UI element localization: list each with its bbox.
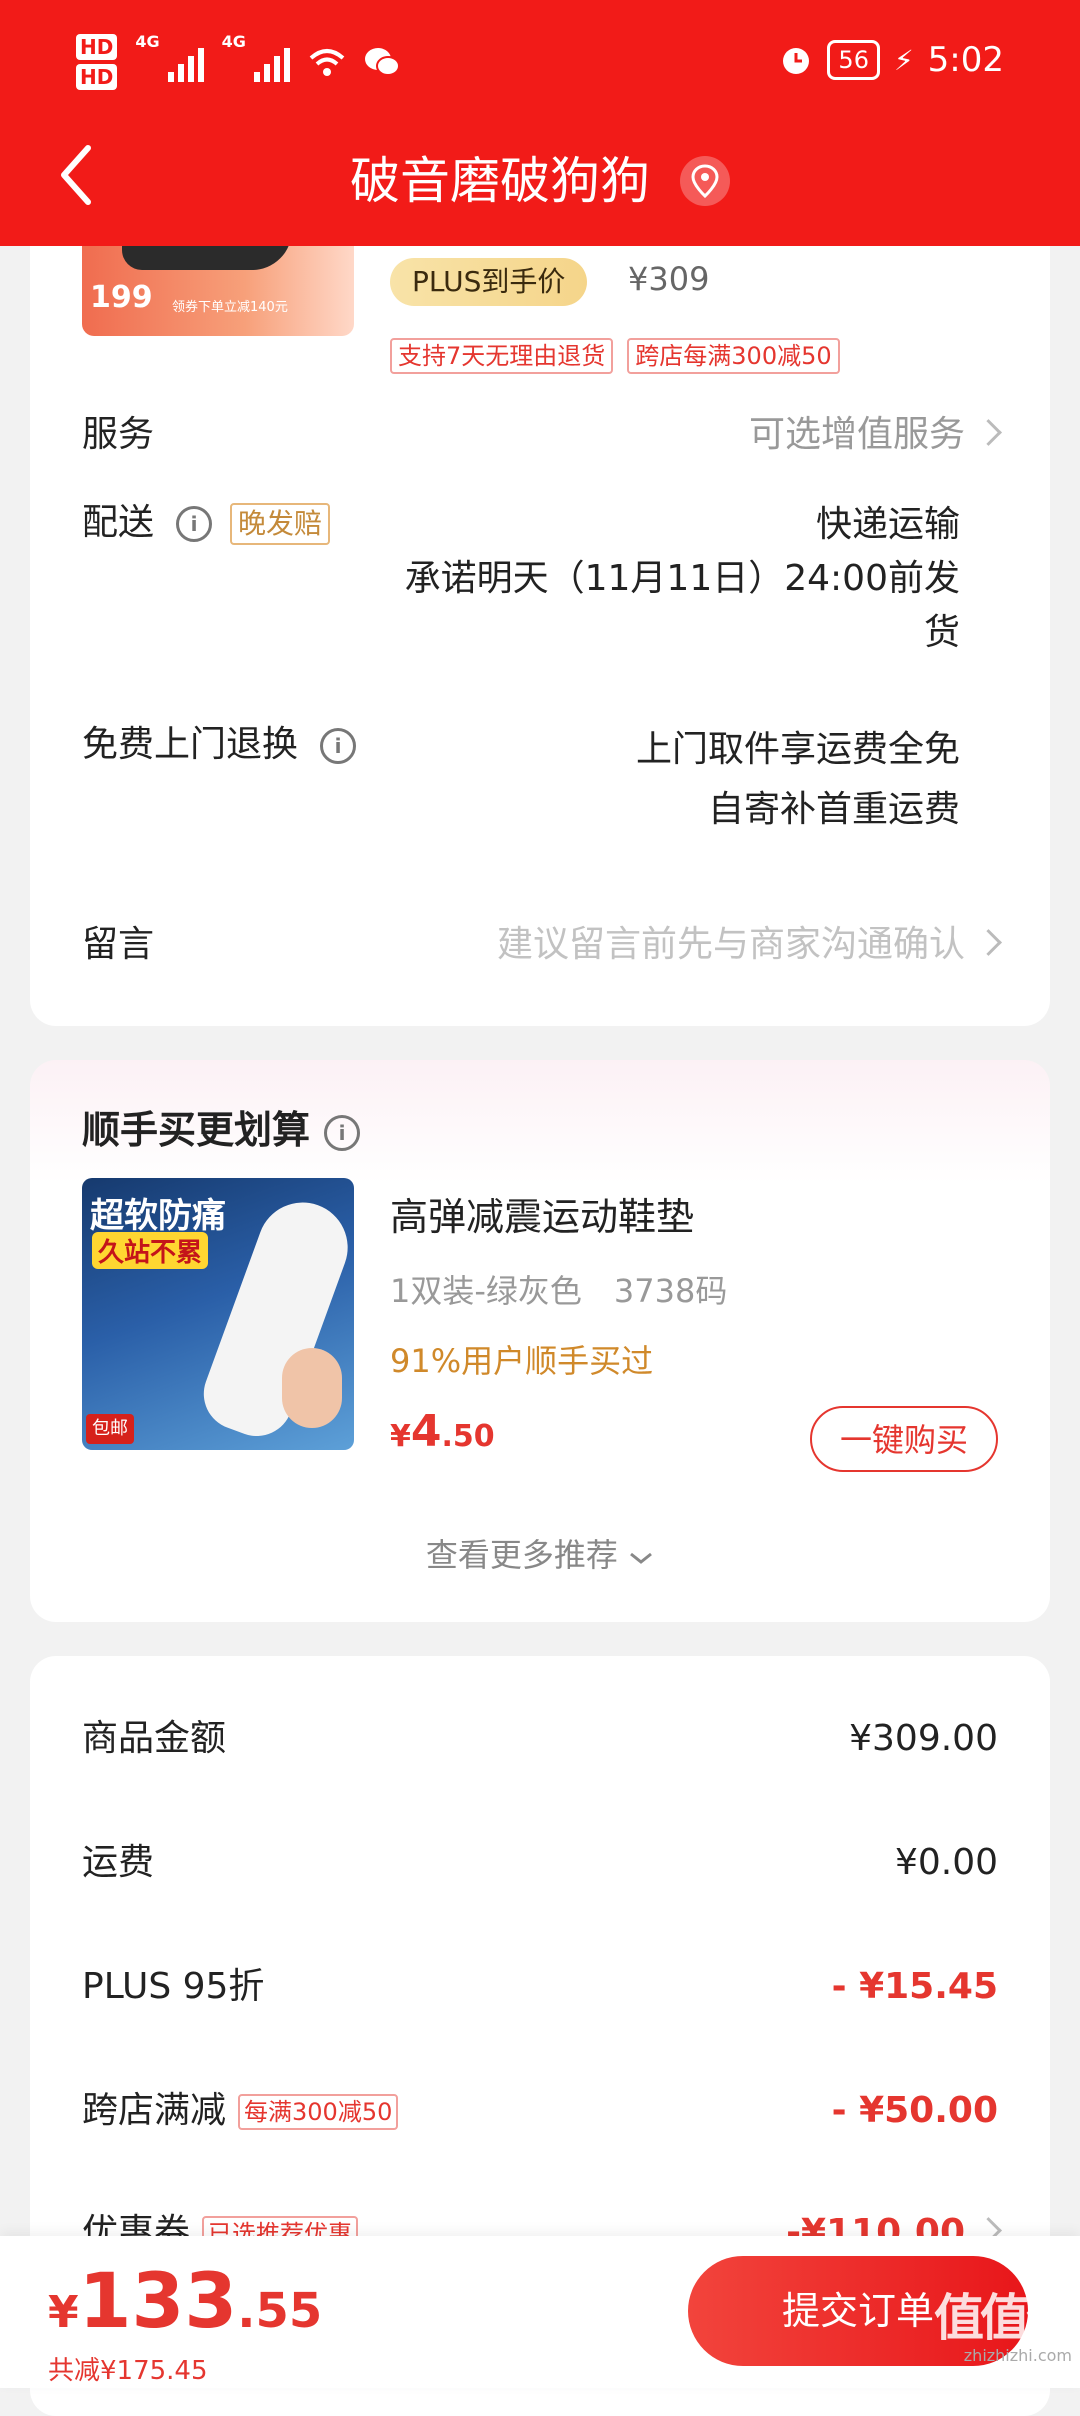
free-return-row: 免费上门退换 i 上门取件享运费全免 自寄补首重运费 <box>82 720 998 830</box>
info-icon[interactable]: i <box>324 1114 361 1151</box>
signal-icon-2 <box>253 42 290 82</box>
alarm-icon <box>783 48 810 74</box>
price-integer: 4 <box>410 1406 442 1457</box>
page-title: 破音磨破狗狗 <box>350 151 651 210</box>
wechat-icon <box>364 48 400 76</box>
hand-shape <box>282 1348 342 1428</box>
goods-amount-value: ¥309.00 <box>849 1718 998 1759</box>
watermark-url: zhizhizhi.com <box>963 2346 1072 2365</box>
chevron-right-icon <box>975 928 1002 956</box>
chevron-down-icon <box>630 1552 653 1564</box>
shipping-label: 运费 <box>82 1842 155 1883</box>
total-saved: 共减¥175.45 <box>48 2356 208 2386</box>
network-type-1: 4G <box>135 32 160 51</box>
see-more-button[interactable]: 查看更多推荐 <box>30 1530 1050 1576</box>
header: 破音磨破狗狗 <box>0 120 1080 246</box>
location-pin-icon <box>691 163 719 198</box>
delivery-method: 快递运输 <box>815 504 960 545</box>
service-value: 可选增值服务 <box>748 414 965 455</box>
product-image[interactable]: 199 领券下单立减140元 <box>82 240 354 336</box>
price-decimal: .50 <box>441 1419 495 1454</box>
network-type-2: 4G <box>221 32 246 51</box>
product-image-tag: 领券下单立减140元 <box>172 300 288 315</box>
delivery-label: 配送 <box>82 502 155 543</box>
product-badges: 支持7天无理由退货 跨店每满300减50 <box>390 338 840 374</box>
see-more-label: 查看更多推荐 <box>425 1536 618 1574</box>
insole-image-line1: 超软防痛 <box>90 1196 226 1236</box>
service-label: 服务 <box>82 414 155 455</box>
status-bar: HD HD 4G 4G 56 ⚡ 5:02 <box>0 0 1080 120</box>
insole-image-line2: 久站不累 <box>92 1232 209 1269</box>
info-icon[interactable]: i <box>320 728 357 764</box>
late-compensation-tag: 晚发赔 <box>230 503 331 545</box>
hd2-label: HD <box>76 64 118 90</box>
cross-store-value: - ¥50.00 <box>831 2090 998 2131</box>
charging-icon: ⚡ <box>893 43 914 77</box>
hd1-label: HD <box>76 34 118 60</box>
product-image-price: 199 <box>90 280 153 315</box>
watermark: 值值值 zhizhizhi.com <box>934 2278 1076 2365</box>
free-return-line2: 自寄补首重运费 <box>707 789 960 830</box>
shipping-row: 运费 ¥0.00 <box>82 1838 998 1888</box>
cross-store-label: 跨店满减 <box>82 2090 227 2131</box>
message-placeholder: 建议留言前先与商家沟通确认 <box>496 924 965 965</box>
recommend-item-pct: 91%用户顺手买过 <box>390 1342 654 1380</box>
info-icon[interactable]: i <box>176 506 213 542</box>
watermark-logo: 值值值 <box>934 2289 1076 2347</box>
recommend-item-price: ¥4.50 <box>390 1406 495 1457</box>
badge-7day-return: 支持7天无理由退货 <box>390 338 614 374</box>
battery-icon: 56 <box>827 40 880 80</box>
plus-price: ¥309 <box>628 260 710 298</box>
goods-amount-label: 商品金额 <box>82 1718 227 1759</box>
plus-discount-value: - ¥15.45 <box>831 1966 998 2007</box>
shipping-value: ¥0.00 <box>894 1842 998 1883</box>
recommend-item-spec[interactable]: 1双装-绿灰色 3738码 <box>390 1266 727 1312</box>
free-return-line1: 上门取件享运费全免 <box>635 729 960 770</box>
checkout-bar: ¥133.55 共减¥175.45 提交订单 值值值 zhizhizhi.com <box>0 2236 1080 2388</box>
location-button[interactable] <box>679 155 730 206</box>
chevron-right-icon <box>975 418 1002 446</box>
delivery-row: 配送 i 晚发赔 快递运输 承诺明天（11月11日）24:00前发 货 <box>82 498 998 653</box>
clock: 5:02 <box>927 40 1004 80</box>
plus-price-label: PLUS到手价 <box>390 258 588 306</box>
recommend-card: 顺手买更划算 i 超软防痛 久站不累 包邮 高弹减震运动鞋垫 1双装-绿灰色 37… <box>30 1060 1050 1622</box>
order-info-card: 199 领券下单立减140元 PLUS到手价 ¥309 支持7天无理由退货 跨店… <box>30 150 1050 1026</box>
total-price: ¥133.55 <box>48 2256 322 2345</box>
free-return-label: 免费上门退换 <box>82 724 299 765</box>
plus-discount-row: PLUS 95折 - ¥15.45 <box>82 1962 998 2012</box>
hd-indicator: HD HD <box>76 32 118 92</box>
one-click-buy-button[interactable]: 一键购买 <box>810 1406 998 1472</box>
plus-discount-label: PLUS 95折 <box>82 1966 265 2007</box>
badge-cross-store: 跨店每满300减50 <box>627 338 840 374</box>
price-currency: ¥ <box>390 1419 411 1454</box>
free-shipping-badge: 包邮 <box>86 1414 134 1444</box>
goods-amount-row: 商品金额 ¥309.00 <box>82 1714 998 1764</box>
signal-icon <box>167 42 204 82</box>
recommend-title: 顺手买更划算 <box>82 1108 311 1152</box>
total-integer: 133 <box>78 2256 238 2345</box>
top-bar: HD HD 4G 4G 56 ⚡ 5:02 破音磨破狗狗 <box>0 0 1080 246</box>
cross-store-tag: 每满300减50 <box>238 2094 399 2130</box>
delivery-promise-line2: 货 <box>923 612 960 653</box>
total-currency: ¥ <box>48 2287 79 2338</box>
message-row[interactable]: 留言 建议留言前先与商家沟通确认 <box>82 920 1002 980</box>
insole-image[interactable]: 超软防痛 久站不累 包邮 <box>82 1178 354 1450</box>
wifi-icon <box>309 49 345 76</box>
total-decimal: .55 <box>237 2283 323 2339</box>
cross-store-row: 跨店满减 每满300减50 - ¥50.00 <box>82 2086 998 2136</box>
message-label: 留言 <box>82 924 155 965</box>
delivery-promise-line1: 承诺明天（11月11日）24:00前发 <box>404 558 960 599</box>
recommend-item-name[interactable]: 高弹减震运动鞋垫 <box>390 1186 694 1241</box>
service-row[interactable]: 服务 可选增值服务 <box>82 410 1002 470</box>
